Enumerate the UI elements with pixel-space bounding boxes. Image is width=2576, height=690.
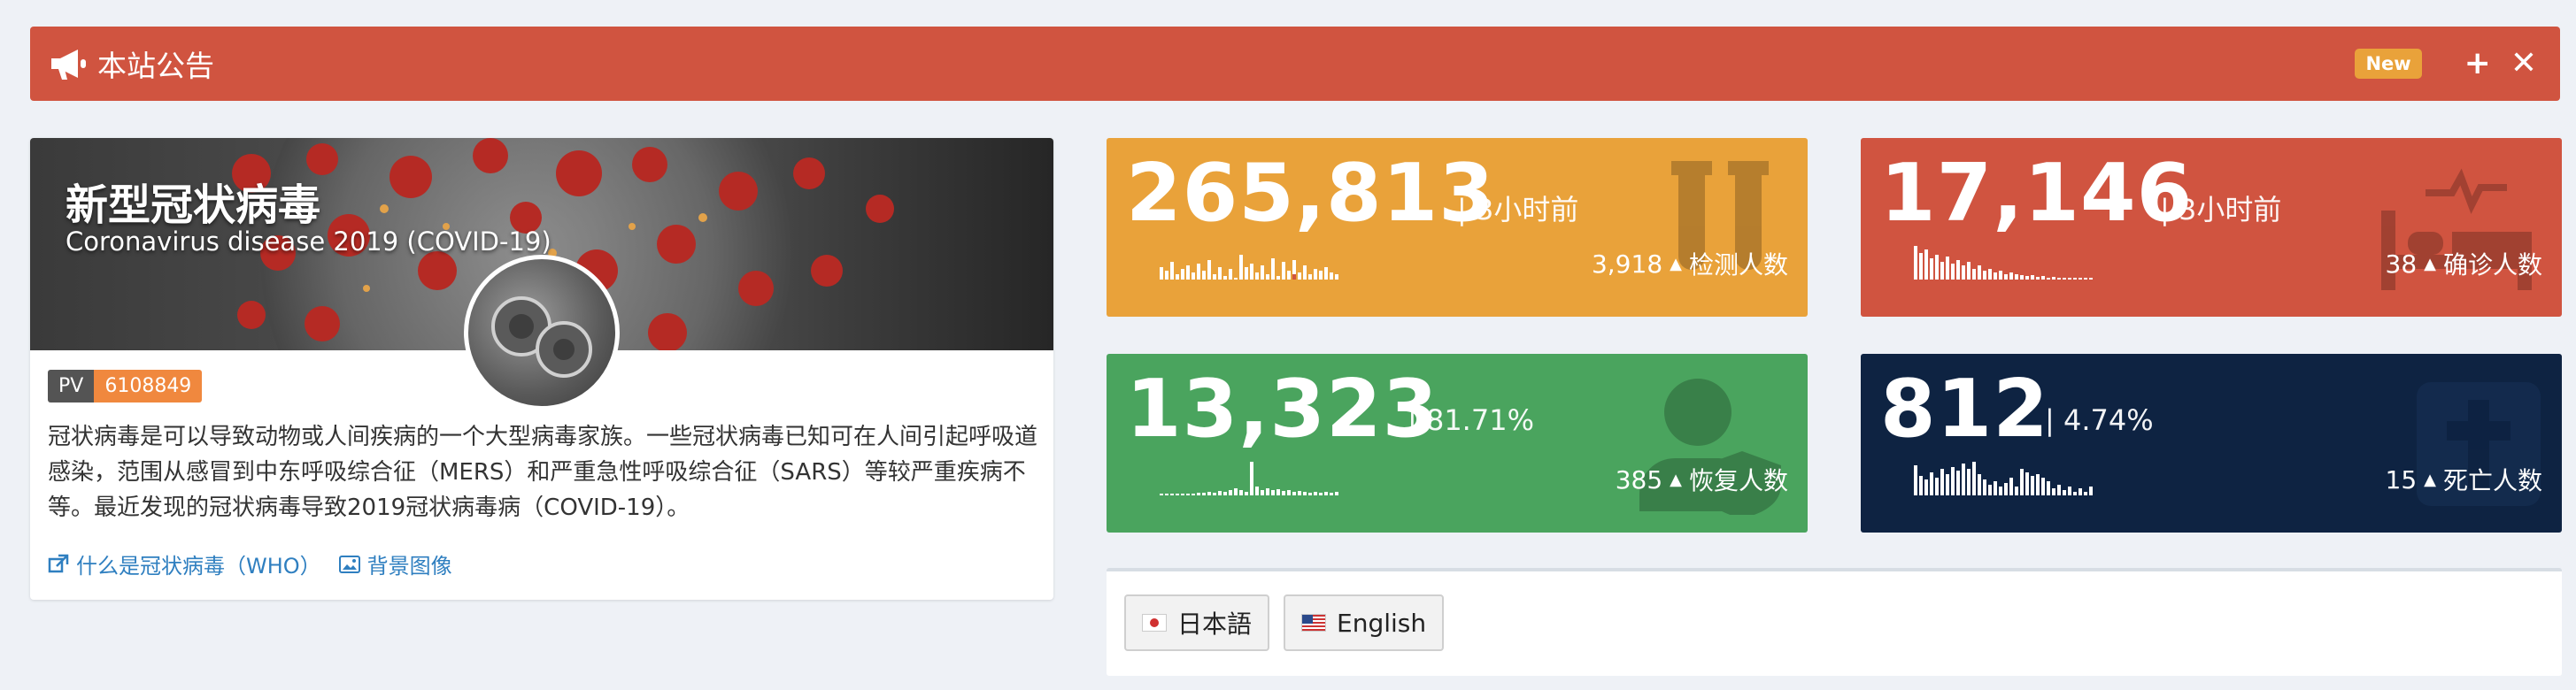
pv-label: PV: [48, 370, 95, 402]
jp-flag-icon: [1142, 614, 1167, 632]
recovered-delta-value: 385: [1615, 464, 1663, 494]
close-icon[interactable]: ✕: [2510, 48, 2537, 80]
page-subtitle: Coronavirus disease 2019 (COVID-19): [66, 226, 551, 257]
who-link[interactable]: 什么是冠状病毒（WHO）: [48, 548, 321, 579]
tested-sparkline: [1160, 255, 1338, 280]
deaths-delta-value: 15: [2385, 464, 2418, 494]
covid-info-card: 新型冠状病毒 Coronavirus disease 2019 (COVID-1…: [30, 138, 1053, 600]
image-icon: [338, 555, 360, 573]
background-image-link-label: 背景图像: [366, 554, 452, 579]
caret-up-icon: ▲: [2424, 470, 2436, 489]
deaths-stat-tile[interactable]: 812 | 4.74% 15 ▲ 死亡人数: [1861, 354, 2562, 533]
tested-label: 检测人数: [1688, 250, 1788, 280]
external-link-icon: [48, 554, 69, 572]
new-badge: New: [2355, 49, 2422, 79]
description-text: 冠状病毒是可以导致动物或人间疾病的一个大型病毒家族。一些冠状病毒已知可在人间引起…: [48, 424, 1038, 521]
pageview-badge: PV 6108849: [48, 370, 203, 402]
language-switcher: 日本語 English: [1107, 568, 2562, 676]
lang-button-japanese[interactable]: 日本語: [1124, 594, 1270, 651]
caret-up-icon: ▲: [1670, 470, 1682, 489]
card-links: 什么是冠状病毒（WHO） 背景图像: [48, 548, 470, 579]
lang-label-english: English: [1337, 608, 1427, 638]
us-flag-icon: [1301, 614, 1326, 632]
caret-up-icon: ▲: [1670, 254, 1682, 273]
page-title: 新型冠状病毒: [66, 180, 321, 230]
recovered-delta: 385 ▲ 恢复人数: [1616, 462, 1788, 497]
deaths-rate: | 4.74%: [2045, 403, 2154, 437]
pv-value: 6108849: [94, 370, 203, 402]
tested-updated: | 3小时前: [1457, 193, 1579, 226]
deaths-sparkline: [1914, 462, 2093, 495]
virus-avatar: [464, 255, 620, 410]
deaths-delta: 15 ▲ 死亡人数: [2386, 462, 2543, 497]
tested-delta-value: 3,918: [1591, 249, 1663, 279]
confirmed-sparkline: [1914, 246, 2093, 280]
who-link-label: 什么是冠状病毒（WHO）: [76, 554, 321, 579]
confirmed-delta-value: 38: [2385, 249, 2418, 279]
confirmed-updated: | 3小时前: [2160, 193, 2282, 226]
caret-up-icon: ▲: [2424, 254, 2436, 273]
background-image-link[interactable]: 背景图像: [338, 548, 452, 579]
deaths-label: 死亡人数: [2442, 466, 2542, 495]
deaths-count: 812: [1880, 363, 2049, 456]
recovered-rate: | 81.71%: [1408, 403, 1534, 437]
megaphone-icon: [51, 50, 86, 80]
tested-stat-tile[interactable]: 265,813 | 3小时前 3,918 ▲ 检测人数: [1107, 138, 1808, 317]
confirmed-stat-tile[interactable]: 17,146 | 3小时前 38 ▲ 确诊人数: [1861, 138, 2562, 317]
plus-icon[interactable]: +: [2464, 48, 2491, 80]
tested-delta: 3,918 ▲ 检测人数: [1592, 246, 1788, 281]
recovered-sparkline: [1160, 462, 1338, 495]
lang-button-english[interactable]: English: [1284, 594, 1445, 651]
recovered-count: 13,323: [1126, 363, 1439, 456]
announcement-bar: 本站公告 New + ✕: [30, 27, 2560, 101]
confirmed-delta: 38 ▲ 确诊人数: [2386, 246, 2543, 281]
tested-count: 265,813: [1126, 147, 1495, 240]
confirmed-label: 确诊人数: [2442, 250, 2542, 280]
recovered-label: 恢复人数: [1688, 466, 1788, 495]
lang-label-japanese: 日本語: [1177, 610, 1253, 639]
announcement-title: 本站公告: [97, 49, 214, 83]
recovered-stat-tile[interactable]: 13,323 | 81.71% 385 ▲ 恢复人数: [1107, 354, 1808, 533]
confirmed-count: 17,146: [1880, 147, 2194, 240]
